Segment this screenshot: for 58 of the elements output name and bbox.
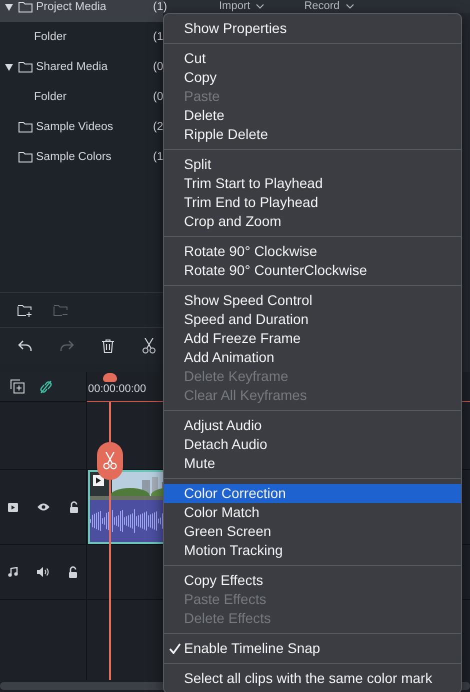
speaker-icon[interactable] <box>37 567 49 577</box>
header-tab[interactable]: Record <box>304 0 354 13</box>
expanded-triangle-icon[interactable] <box>5 64 13 70</box>
menu-item[interactable]: Select all clips with the same color mark <box>164 669 461 688</box>
menu-item[interactable]: Show Speed Control <box>164 291 461 310</box>
media-folder-item[interactable]: Sample Videos (2 <box>0 112 163 142</box>
menu-item[interactable]: Copy Effects <box>164 571 461 590</box>
unlocked-padlock-icon[interactable] <box>68 566 78 578</box>
menu-item[interactable]: Color Correction <box>164 484 461 503</box>
playhead-handle[interactable] <box>103 373 117 382</box>
menu-item[interactable]: Mute <box>164 454 461 473</box>
media-folder-item[interactable]: Sample Colors (1 <box>0 142 163 172</box>
scissors-icon <box>103 452 117 470</box>
menu-item[interactable]: Trim Start to Playhead <box>164 174 461 193</box>
redo-icon[interactable] <box>60 340 74 352</box>
timecode: 00:00:00:00 <box>88 383 146 395</box>
chevron-down-icon[interactable] <box>256 4 264 9</box>
music-note-icon <box>8 567 18 577</box>
menu-item[interactable]: Rotate 90° CounterClockwise <box>164 261 461 280</box>
expanded-triangle-icon[interactable] <box>5 4 13 10</box>
add-track-icon[interactable] <box>10 379 25 394</box>
menu-item[interactable]: Rotate 90° Clockwise <box>164 242 461 261</box>
menu-item[interactable]: Delete <box>164 106 461 125</box>
media-folder-item[interactable]: Shared Media (0 <box>0 52 163 82</box>
menu-item[interactable]: Detach Audio <box>164 435 461 454</box>
video-track-icon <box>8 502 18 512</box>
media-folder-item[interactable]: Folder (1 <box>0 22 163 52</box>
menu-item[interactable]: Cut <box>164 49 461 68</box>
menu-item[interactable]: Ripple Delete <box>164 125 461 144</box>
header-tab[interactable]: Import <box>219 0 264 13</box>
menu-item[interactable]: Enable Timeline Snap <box>164 639 461 658</box>
menu-item[interactable]: Crop and Zoom <box>164 212 461 231</box>
menu-item[interactable]: Adjust Audio <box>164 416 461 435</box>
chevron-down-icon[interactable] <box>346 4 354 9</box>
link-icon[interactable] <box>39 378 53 394</box>
menu-item[interactable]: Green Screen <box>164 522 461 541</box>
scissors-icon[interactable] <box>142 338 156 354</box>
menu-item[interactable]: Add Freeze Frame <box>164 329 461 348</box>
menu-item[interactable]: Motion Tracking <box>164 541 461 560</box>
menu-item[interactable]: Split <box>164 155 461 174</box>
folder-icon <box>18 121 33 133</box>
menu-item[interactable]: Color Match <box>164 503 461 522</box>
menu-item[interactable]: Add Animation <box>164 348 461 367</box>
menu-item[interactable]: Show Properties <box>164 19 461 38</box>
menu-item[interactable]: Copy <box>164 68 461 87</box>
unlocked-padlock-icon[interactable] <box>69 501 79 513</box>
split-marker[interactable] <box>97 442 123 480</box>
undo-icon[interactable] <box>18 340 32 352</box>
menu-item[interactable]: Trim End to Playhead <box>164 193 461 212</box>
eye-icon[interactable] <box>37 503 50 511</box>
delete-folder-icon[interactable] <box>53 304 69 316</box>
folder-icon <box>18 151 33 163</box>
folder-icon <box>18 61 33 73</box>
trash-icon[interactable] <box>102 339 114 353</box>
media-folder-item[interactable]: Folder (0 <box>0 82 163 112</box>
new-folder-icon[interactable] <box>17 304 33 316</box>
menu-item[interactable]: Speed and Duration <box>164 310 461 329</box>
folder-icon <box>18 1 33 13</box>
